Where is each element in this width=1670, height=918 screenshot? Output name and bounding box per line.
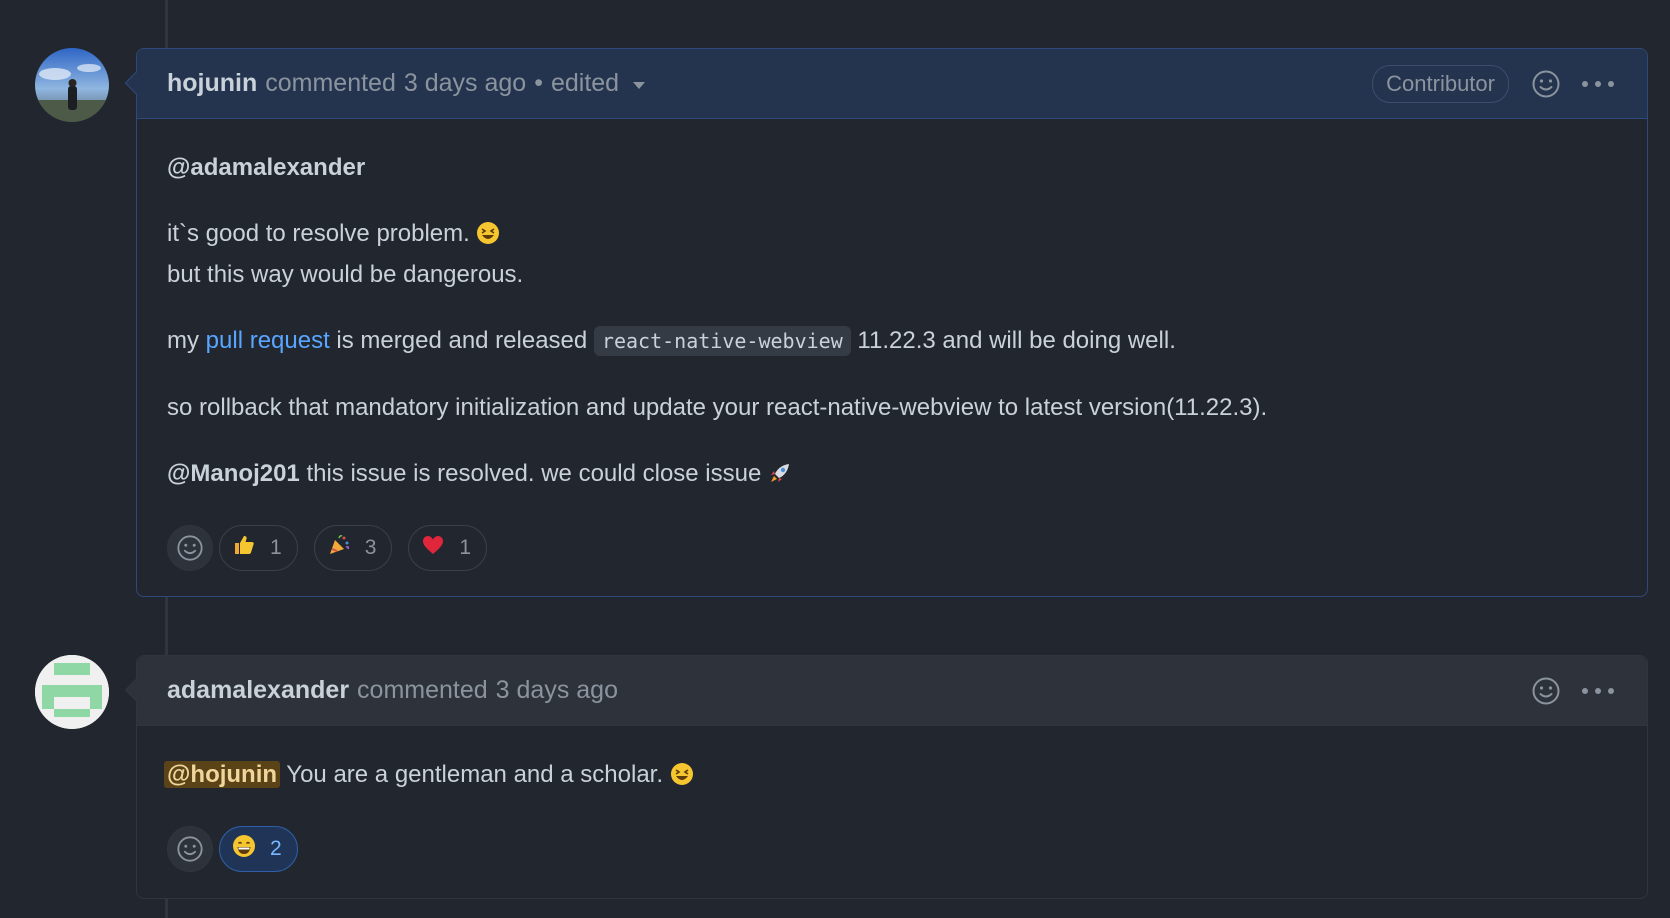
edited-label[interactable]: edited — [551, 69, 619, 98]
separator-dot: • — [534, 69, 543, 97]
avatar-hojunin[interactable] — [35, 48, 109, 122]
reaction-party-popper[interactable]: 3 — [313, 525, 393, 571]
body-text: but this way would be dangerous. — [167, 261, 524, 288]
reaction-count: 3 — [364, 536, 377, 559]
add-reaction-icon[interactable] — [1531, 69, 1561, 99]
user-mention[interactable]: @Manoj201 — [167, 460, 300, 487]
pull-request-link[interactable]: pull request — [206, 327, 330, 354]
chevron-down-icon[interactable] — [633, 82, 646, 89]
reaction-count: 1 — [270, 536, 282, 559]
smiley-icon — [177, 535, 203, 561]
comment-header: adamalexander commented 3 days ago — [137, 656, 1647, 726]
comment-author[interactable]: hojunin — [167, 69, 257, 98]
timeline-line — [165, 0, 168, 50]
reaction-thumbs-up[interactable]: 1 — [219, 525, 298, 571]
body-text: this issue is resolved. we could close i… — [306, 460, 762, 487]
smiley-icon — [177, 836, 203, 862]
body-text: 11.22.3 and will be doing well. — [857, 327, 1176, 354]
comment-hojunin: hojunin commented 3 days ago • edited Co… — [124, 48, 1648, 600]
laughing-face-icon — [476, 219, 500, 256]
comment-adamalexander: adamalexander commented 3 days ago @hoju… — [124, 655, 1648, 901]
comment-body: @adamalexander it`s good to resolve prob… — [137, 119, 1647, 496]
avatar-photo-icon — [35, 48, 109, 122]
comment-body: @hojunin You are a gentleman and a schol… — [137, 726, 1647, 797]
rocket-icon — [768, 459, 792, 496]
body-text: so rollback that mandatory initializatio… — [167, 394, 1268, 421]
user-mention[interactable]: @adamalexander — [167, 154, 365, 181]
comment-timestamp[interactable]: 3 days ago — [404, 69, 526, 98]
body-text: is merged and released — [336, 327, 588, 354]
body-text: it`s good to resolve problem. — [167, 220, 470, 247]
comment-author[interactable]: adamalexander — [167, 676, 349, 705]
laughing-face-icon — [670, 760, 694, 797]
comment-action: commented — [265, 69, 396, 97]
identicon-icon — [35, 655, 109, 729]
timeline-line — [165, 898, 168, 918]
reactions-bar: 2 — [137, 826, 1647, 901]
comment-header: hojunin commented 3 days ago • edited Co… — [137, 49, 1647, 119]
thumbs-up-icon — [232, 533, 256, 563]
reaction-count: 1 — [459, 536, 472, 559]
comment-timestamp[interactable]: 3 days ago — [496, 676, 618, 705]
avatar-adamalexander[interactable] — [35, 655, 109, 729]
reactions-bar: 1 3 1 — [137, 525, 1647, 600]
comment-action: commented — [357, 676, 488, 704]
add-reaction-button[interactable] — [167, 826, 213, 872]
body-text: You are a gentleman and a scholar. — [286, 761, 664, 788]
party-popper-icon — [327, 533, 351, 563]
body-text: my — [167, 327, 199, 354]
add-reaction-icon[interactable] — [1531, 676, 1561, 706]
grinning-face-icon — [232, 834, 256, 864]
timeline-line — [165, 595, 168, 655]
more-options-icon[interactable] — [1581, 79, 1615, 89]
contributor-badge: Contributor — [1372, 64, 1509, 103]
more-options-icon[interactable] — [1581, 686, 1615, 696]
reaction-heart[interactable]: 1 — [408, 525, 488, 571]
add-reaction-button[interactable] — [167, 525, 213, 571]
inline-code: react-native-webview — [593, 326, 851, 356]
reaction-count: 2 — [270, 837, 282, 860]
heart-icon — [421, 533, 445, 563]
self-mention[interactable]: @hojunin — [164, 761, 281, 788]
reaction-grinning-face[interactable]: 2 — [219, 826, 298, 872]
issue-timeline: hojunin commented 3 days ago • edited Co… — [0, 0, 1670, 918]
